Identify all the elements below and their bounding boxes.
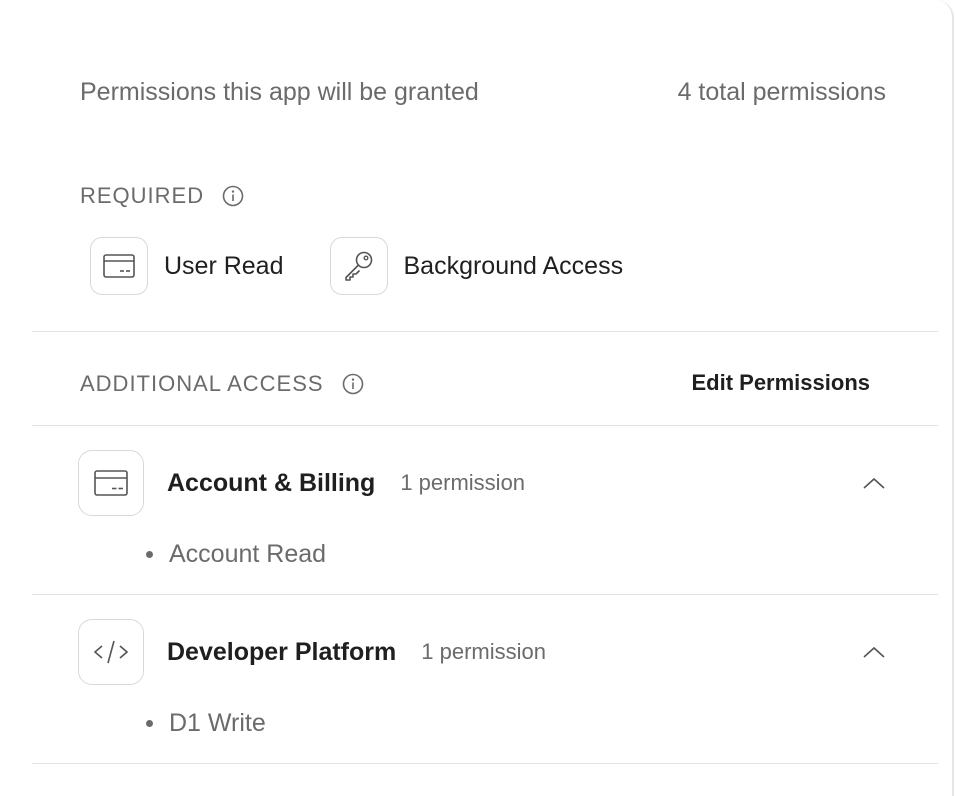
required-permission-label: User Read xyxy=(164,251,284,280)
permission-group-account-billing[interactable]: Account & Billing 1 permission xyxy=(78,450,886,516)
chevron-up-icon[interactable] xyxy=(862,471,886,495)
group-title: Account & Billing xyxy=(167,468,376,497)
edit-permissions-button[interactable]: Edit Permissions xyxy=(691,370,870,396)
info-icon[interactable] xyxy=(342,373,364,395)
permission-group-developer-platform[interactable]: Developer Platform 1 permission xyxy=(78,619,886,685)
list-item: Account Read xyxy=(146,540,326,569)
info-icon[interactable] xyxy=(222,185,244,207)
additional-section-label: ADDITIONAL ACCESS xyxy=(80,371,364,397)
permissions-panel: Permissions this app will be granted 4 t… xyxy=(0,0,954,796)
group-title: Developer Platform xyxy=(167,637,397,666)
list-item: D1 Write xyxy=(146,709,266,738)
group-count: 1 permission xyxy=(421,639,546,664)
divider xyxy=(32,763,938,764)
required-permission-label: Background Access xyxy=(403,251,624,280)
required-label: REQUIRED xyxy=(80,183,205,208)
code-icon xyxy=(78,619,144,685)
permissions-header: Permissions this app will be granted 4 t… xyxy=(80,78,886,107)
additional-access-label: ADDITIONAL ACCESS xyxy=(80,371,324,396)
permission-item-label: D1 Write xyxy=(169,709,266,737)
bullet xyxy=(146,551,153,558)
group-count: 1 permission xyxy=(400,470,526,495)
divider xyxy=(32,425,938,426)
key-icon xyxy=(329,237,388,295)
divider xyxy=(32,331,938,332)
total-permissions: 4 total permissions xyxy=(677,78,886,106)
required-permissions: User Read Background Access xyxy=(90,237,623,295)
card-icon xyxy=(90,237,148,295)
bullet xyxy=(146,720,153,727)
required-permission-user-read: User Read xyxy=(90,237,284,295)
required-permission-background-access: Background Access xyxy=(329,237,624,295)
divider xyxy=(32,594,938,595)
card-icon xyxy=(78,450,144,516)
chevron-up-icon[interactable] xyxy=(862,640,886,664)
permission-item-label: Account Read xyxy=(169,540,327,568)
permissions-title: Permissions this app will be granted xyxy=(80,78,479,106)
required-section-label: REQUIRED xyxy=(80,183,244,209)
